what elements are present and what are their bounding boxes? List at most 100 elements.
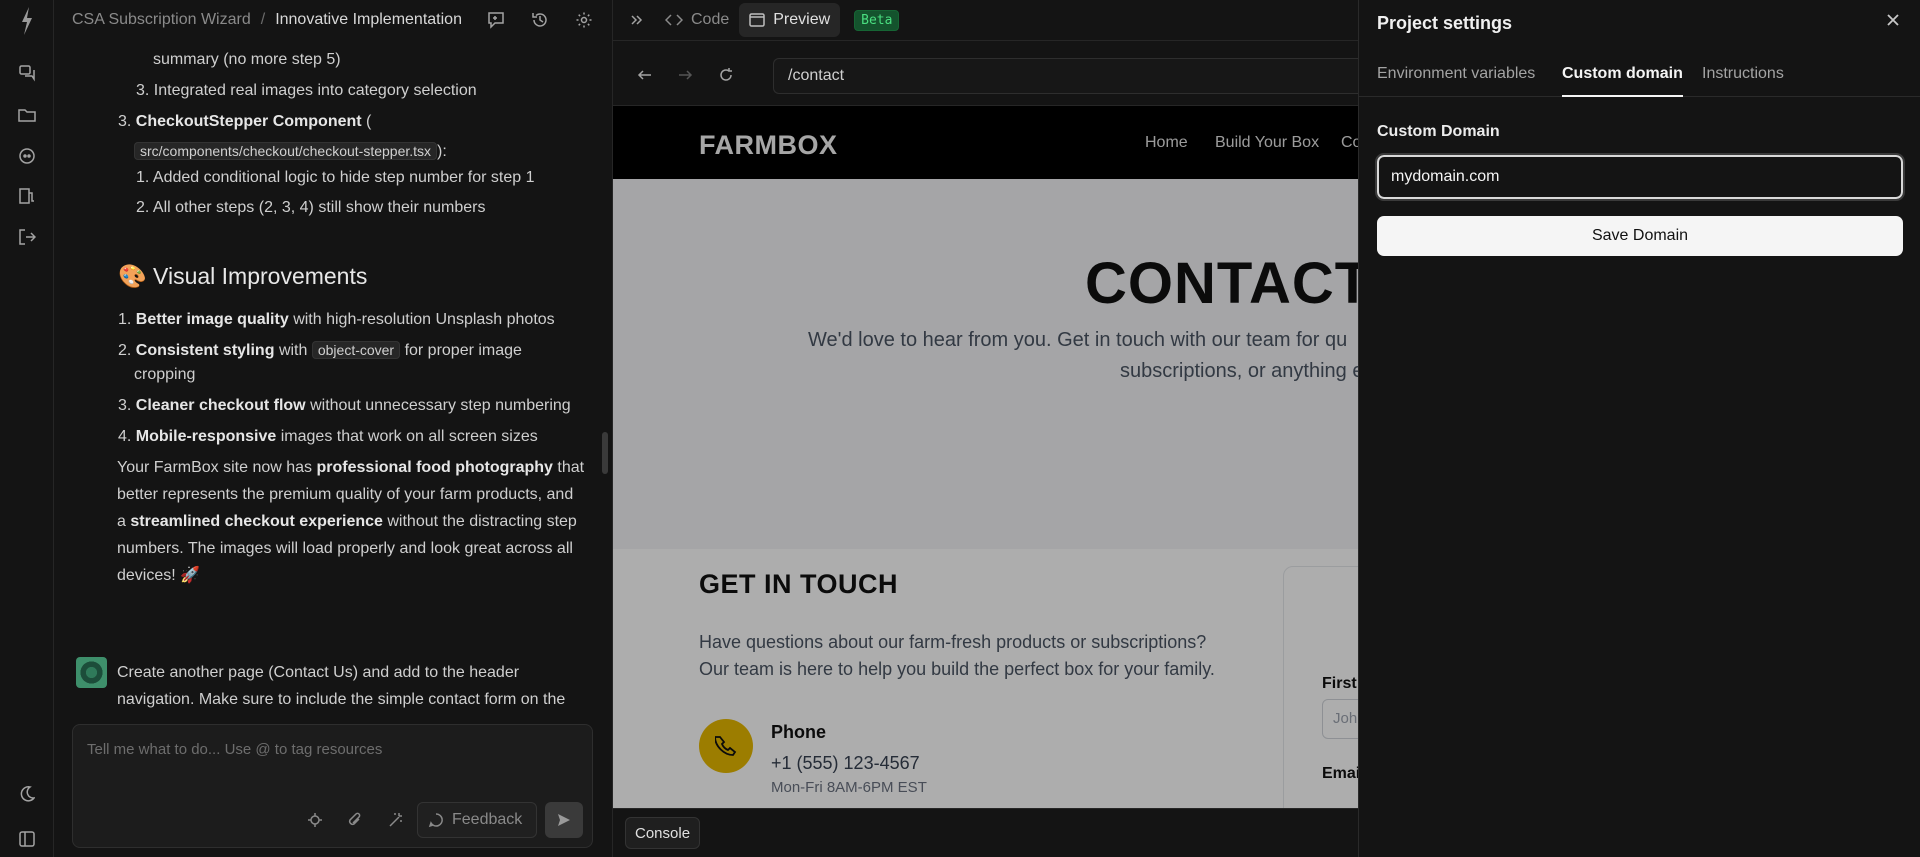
list-item: 3. CheckoutStepper Component ( (118, 108, 371, 135)
tab-custom-domain[interactable]: Custom domain (1562, 64, 1683, 97)
back-arrow-icon[interactable] (635, 65, 655, 85)
close-icon[interactable] (1883, 10, 1903, 30)
breadcrumb-chat[interactable]: Innovative Implementation (275, 11, 462, 29)
code-label: Code (691, 11, 730, 28)
preview-label: Preview (773, 11, 831, 28)
folder-icon[interactable] (16, 104, 38, 126)
summary-line: numbers. The images will load properly a… (117, 540, 573, 557)
code-chip: src/components/checkout/checkout-stepper… (134, 142, 438, 160)
list-bold: Better image quality (135, 311, 289, 328)
tab-environment-variables[interactable]: Environment variables (1377, 64, 1535, 97)
feedback-chat-icon (428, 813, 443, 828)
text: that (557, 459, 585, 476)
user-message-line: navigation. Make sure to include the sim… (117, 691, 566, 708)
list-text: for proper image (404, 342, 522, 359)
section-heading: 🎨 Visual Improvements (118, 263, 367, 290)
palette-emoji: 🎨 (118, 263, 147, 289)
heading-text: Visual Improvements (153, 263, 368, 289)
list-item: 2. All other steps (2, 3, 4) still show … (136, 194, 485, 221)
custom-domain-input[interactable] (1375, 153, 1905, 201)
list-text-wrap: cropping (134, 366, 196, 383)
history-icon[interactable] (530, 10, 550, 30)
feedback-button[interactable]: Feedback (417, 802, 537, 838)
list-number: 3. (136, 82, 150, 99)
code-chip: object-cover (311, 341, 401, 359)
list-item: 3. Integrated real images into category … (136, 77, 477, 104)
text: a (117, 513, 126, 530)
send-button[interactable] (545, 802, 583, 838)
list-number: 1. (118, 311, 132, 328)
list-bold: Mobile-responsive (135, 428, 277, 445)
list-number: 3. (118, 113, 132, 130)
app-root: CSA Subscription Wizard / Innovative Imp… (0, 0, 1920, 857)
text: Your FarmBox site now has (117, 459, 313, 476)
list-text: All other steps (2, 3, 4) still show the… (152, 199, 486, 216)
file-path-line: src/components/checkout/checkout-stepper… (134, 138, 447, 165)
list-text: without unnecessary step numbering (310, 397, 571, 414)
logout-icon[interactable] (16, 226, 38, 248)
breadcrumb-project[interactable]: CSA Subscription Wizard (72, 11, 251, 29)
save-domain-button[interactable]: Save Domain (1377, 216, 1903, 256)
chat-composer[interactable]: Tell me what to do... Use @ to tag resou… (72, 724, 593, 848)
preview-tab[interactable]: Preview (739, 3, 841, 37)
list-item: 1. Better image quality with high-resolu… (118, 306, 555, 333)
tab-instructions[interactable]: Instructions (1702, 64, 1784, 97)
list-text: images that work on all screen sizes (280, 428, 538, 445)
breadcrumb-separator: / (260, 11, 266, 28)
list-item: 4. Mobile-responsive images that work on… (118, 423, 538, 450)
project-settings-drawer: Project settings Environment variables C… (1358, 0, 1920, 857)
list-text: Integrated real images into category sel… (153, 82, 477, 99)
list-bold: Consistent styling (135, 342, 275, 359)
list-item: 2. Consistent styling with object-cover … (118, 337, 522, 364)
chats-icon[interactable] (16, 62, 38, 84)
summary-line: a streamlined checkout experience withou… (117, 508, 577, 535)
browser-window-icon (749, 13, 765, 27)
beta-badge: Beta (854, 9, 900, 31)
chat-topbar: CSA Subscription Wizard / Innovative Imp… (54, 0, 613, 40)
message-list: summary (no more step 5) 3. Integrated r… (54, 40, 613, 720)
list-text: with (278, 342, 308, 359)
settings-gear-icon[interactable] (574, 10, 594, 30)
drawer-title: Project settings (1377, 13, 1513, 33)
forward-arrow-icon[interactable] (675, 65, 695, 85)
left-rail (0, 0, 54, 857)
magic-wand-icon[interactable] (386, 810, 406, 830)
logo-bolt-icon[interactable] (16, 6, 38, 36)
discord-icon[interactable] (16, 145, 38, 167)
list-item: 3. Cleaner checkout flow without unneces… (118, 392, 571, 419)
code-tab[interactable]: Code (655, 3, 739, 37)
custom-domain-label: Custom Domain (1377, 123, 1500, 140)
paren-close: ): (437, 143, 447, 160)
code-icon (665, 14, 683, 26)
console-button[interactable]: Console (625, 817, 701, 849)
list-text: Added conditional logic to hide step num… (152, 169, 535, 186)
composer-input[interactable]: Tell me what to do... Use @ to tag resou… (87, 741, 382, 758)
sidebar-toggle-icon[interactable] (16, 828, 38, 850)
bold-text: professional food photography (316, 459, 553, 476)
list-item: 1. Added conditional logic to hide step … (136, 164, 534, 191)
drawer-tabs: Environment variables Custom domain Inst… (1359, 64, 1920, 97)
list-number: 1. (136, 169, 150, 186)
feedback-label: Feedback (452, 811, 523, 828)
list-number: 3. (118, 397, 132, 414)
chat-scrollbar[interactable] (602, 432, 608, 474)
fuel-icon[interactable] (16, 185, 38, 207)
target-icon[interactable] (305, 810, 325, 830)
list-text: with high-resolution Unsplash photos (293, 311, 555, 328)
summary-line: Your FarmBox site now has professional f… (117, 454, 584, 481)
expand-chevrons-icon[interactable] (619, 3, 655, 37)
paren: ( (366, 113, 372, 130)
reload-icon[interactable] (716, 65, 736, 85)
user-avatar (76, 657, 107, 688)
component-title: CheckoutStepper Component (135, 113, 362, 130)
summary-line: better represents the premium quality of… (117, 486, 574, 503)
list-number: 2. (118, 342, 132, 359)
attach-icon[interactable] (345, 810, 365, 830)
bold-text: streamlined checkout experience (130, 513, 383, 530)
user-message-line: Create another page (Contact Us) and add… (117, 664, 520, 681)
theme-moon-icon[interactable] (16, 783, 38, 805)
rename-chat-icon[interactable] (486, 10, 506, 30)
message-text: summary (no more step 5) (153, 51, 341, 68)
text: without the distracting step (387, 513, 577, 530)
list-bold: Cleaner checkout flow (135, 397, 306, 414)
